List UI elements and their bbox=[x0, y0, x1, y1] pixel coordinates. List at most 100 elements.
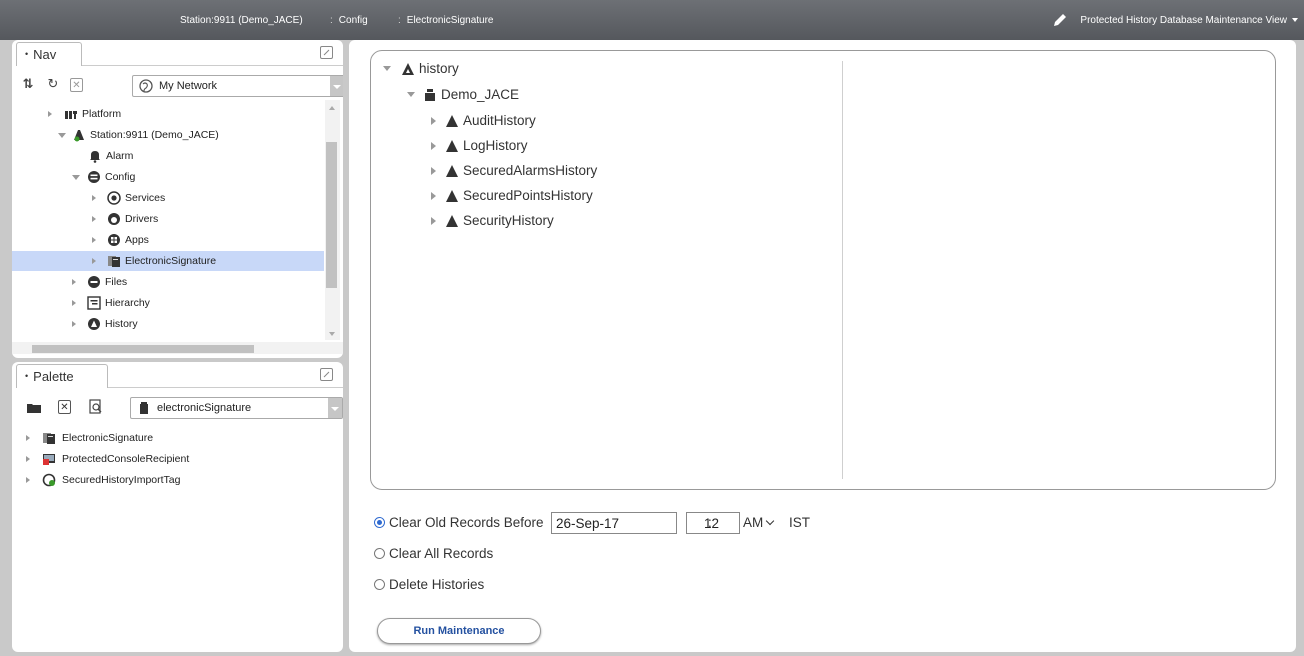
history-icon bbox=[446, 140, 458, 152]
ampm-select[interactable]: AM bbox=[743, 512, 775, 534]
expand-toggle-icon[interactable] bbox=[26, 477, 30, 483]
expand-toggle-icon[interactable] bbox=[26, 456, 30, 462]
nav-tree-item-hierarchy[interactable]: Hierarchy bbox=[12, 293, 324, 313]
history-tree-item[interactable]: AuditHistory bbox=[431, 109, 731, 133]
date-input[interactable] bbox=[551, 512, 677, 534]
hour-input[interactable] bbox=[686, 512, 740, 534]
history-tree-item[interactable]: SecurityHistory bbox=[431, 209, 731, 233]
palette-item-label: ElectronicSignature bbox=[62, 432, 154, 444]
radio-clear-all-records[interactable] bbox=[374, 548, 385, 559]
find-icon[interactable] bbox=[88, 399, 104, 415]
scroll-down-icon[interactable] bbox=[329, 332, 335, 336]
nav-tree-item-platform[interactable]: Platform bbox=[12, 104, 324, 124]
nav-tree-item-files[interactable]: Files bbox=[12, 272, 324, 292]
run-maintenance-button[interactable]: Run Maintenance bbox=[377, 618, 541, 644]
history-item-label: SecuredAlarmsHistory bbox=[463, 163, 598, 178]
history-tree-root[interactable]: history bbox=[383, 57, 583, 81]
history-root-label: history bbox=[419, 61, 459, 76]
horizontal-scrollbar-thumb[interactable] bbox=[32, 345, 254, 353]
chevron-down-icon[interactable] bbox=[328, 398, 342, 418]
nav-tree-item-station[interactable]: Station:9911 (Demo_JACE) bbox=[12, 125, 324, 145]
palette-item-secured-history-import-tag[interactable]: SecuredHistoryImportTag bbox=[12, 470, 324, 490]
expand-toggle-icon[interactable] bbox=[431, 117, 436, 125]
option-label: Clear Old Records Before bbox=[389, 515, 544, 530]
expand-toggle-icon[interactable] bbox=[92, 216, 96, 222]
history-tree-item[interactable]: SecuredAlarmsHistory bbox=[431, 159, 731, 183]
history-tree-item[interactable]: SecuredPointsHistory bbox=[431, 184, 731, 208]
maximize-icon[interactable] bbox=[320, 368, 333, 381]
expand-toggle-icon[interactable] bbox=[72, 279, 76, 285]
nav-tree-label: Station:9911 (Demo_JACE) bbox=[90, 129, 219, 141]
expand-toggle-icon[interactable] bbox=[72, 321, 76, 327]
sort-icon[interactable]: ⇅ bbox=[20, 76, 36, 92]
nav-tree-label: Platform bbox=[82, 108, 122, 120]
nav-tree-item-electronic-signature[interactable]: ElectronicSignature bbox=[12, 251, 324, 271]
nav-tree-label: History bbox=[105, 318, 138, 330]
radio-clear-old-records[interactable] bbox=[374, 517, 385, 528]
option-clear-old-records[interactable]: Clear Old Records Before bbox=[374, 512, 564, 534]
nav-tree-item-services[interactable]: Services bbox=[12, 188, 324, 208]
collapse-dot-icon: • bbox=[25, 49, 29, 59]
divider bbox=[82, 65, 343, 66]
scroll-up-icon[interactable] bbox=[329, 106, 335, 110]
network-select[interactable]: My Network bbox=[132, 75, 343, 97]
option-delete-histories[interactable]: Delete Histories bbox=[374, 574, 534, 596]
breadcrumb-config-label: Config bbox=[338, 15, 368, 26]
history-icon bbox=[402, 63, 414, 75]
time-separator: : bbox=[708, 515, 712, 530]
breadcrumb-config[interactable]: : Config bbox=[330, 15, 368, 26]
vertical-scrollbar-thumb[interactable] bbox=[326, 142, 337, 288]
chevron-down-icon[interactable] bbox=[330, 76, 343, 96]
palette-item-electronic-signature[interactable]: ElectronicSignature bbox=[12, 428, 324, 448]
close-icon[interactable]: ✕ bbox=[70, 78, 83, 92]
palette-item-label: ProtectedConsoleRecipient bbox=[62, 453, 190, 465]
expand-toggle-icon[interactable] bbox=[431, 217, 436, 225]
option-label: Delete Histories bbox=[389, 577, 485, 592]
expand-toggle-icon[interactable] bbox=[407, 92, 415, 97]
expand-toggle-icon[interactable] bbox=[72, 175, 80, 180]
nav-tab[interactable]: • Nav bbox=[16, 42, 82, 66]
palette-tab[interactable]: • Palette bbox=[16, 364, 108, 388]
nav-tree-item-apps[interactable]: Apps bbox=[12, 230, 324, 250]
breadcrumb-component-label: ElectronicSignature bbox=[406, 15, 494, 26]
history-tree-item[interactable]: LogHistory bbox=[431, 134, 731, 158]
nav-tree-label: Files bbox=[105, 276, 128, 288]
expand-toggle-icon[interactable] bbox=[431, 192, 436, 200]
view-selector[interactable]: Protected History Database Maintenance V… bbox=[1052, 12, 1298, 28]
history-tree-station[interactable]: Demo_JACE bbox=[407, 83, 607, 107]
expand-toggle-icon[interactable] bbox=[92, 195, 96, 201]
expand-toggle-icon[interactable] bbox=[58, 133, 66, 138]
divider bbox=[108, 387, 343, 388]
history-icon bbox=[446, 190, 458, 202]
breadcrumb-component[interactable]: : ElectronicSignature bbox=[398, 15, 494, 26]
open-folder-icon[interactable] bbox=[26, 400, 42, 416]
close-icon[interactable]: ✕ bbox=[58, 400, 71, 414]
refresh-icon[interactable]: ↻ bbox=[45, 76, 61, 92]
radio-delete-histories[interactable] bbox=[374, 579, 385, 590]
nav-tree-item-drivers[interactable]: Drivers bbox=[12, 209, 324, 229]
nav-tree-item-history[interactable]: History bbox=[12, 314, 324, 334]
nav-tree-item-config[interactable]: Config bbox=[12, 167, 324, 187]
history-icon bbox=[446, 165, 458, 177]
expand-toggle-icon[interactable] bbox=[431, 167, 436, 175]
nav-tree-label: ElectronicSignature bbox=[125, 255, 217, 267]
expand-toggle-icon[interactable] bbox=[92, 258, 96, 264]
network-globe-icon bbox=[139, 79, 153, 93]
history-icon bbox=[446, 115, 458, 127]
option-clear-all-records[interactable]: Clear All Records bbox=[374, 543, 534, 565]
palette-module-select[interactable]: electronicSignature bbox=[130, 397, 343, 419]
history-item-label: SecuredPointsHistory bbox=[463, 188, 593, 203]
expand-toggle-icon[interactable] bbox=[383, 66, 391, 71]
maximize-icon[interactable] bbox=[320, 46, 333, 59]
breadcrumb-station[interactable]: Station:9911 (Demo_JACE) bbox=[180, 15, 303, 26]
expand-toggle-icon[interactable] bbox=[48, 111, 52, 117]
breadcrumb-separator: : bbox=[330, 15, 333, 26]
expand-toggle-icon[interactable] bbox=[72, 300, 76, 306]
palette-item-protected-console-recipient[interactable]: ProtectedConsoleRecipient bbox=[12, 449, 324, 469]
expand-toggle-icon[interactable] bbox=[92, 237, 96, 243]
nav-tree-item-alarm[interactable]: Alarm bbox=[12, 146, 324, 166]
platform-icon bbox=[65, 111, 77, 119]
expand-toggle-icon[interactable] bbox=[431, 142, 436, 150]
expand-toggle-icon[interactable] bbox=[26, 435, 30, 441]
station-icon bbox=[425, 89, 435, 101]
